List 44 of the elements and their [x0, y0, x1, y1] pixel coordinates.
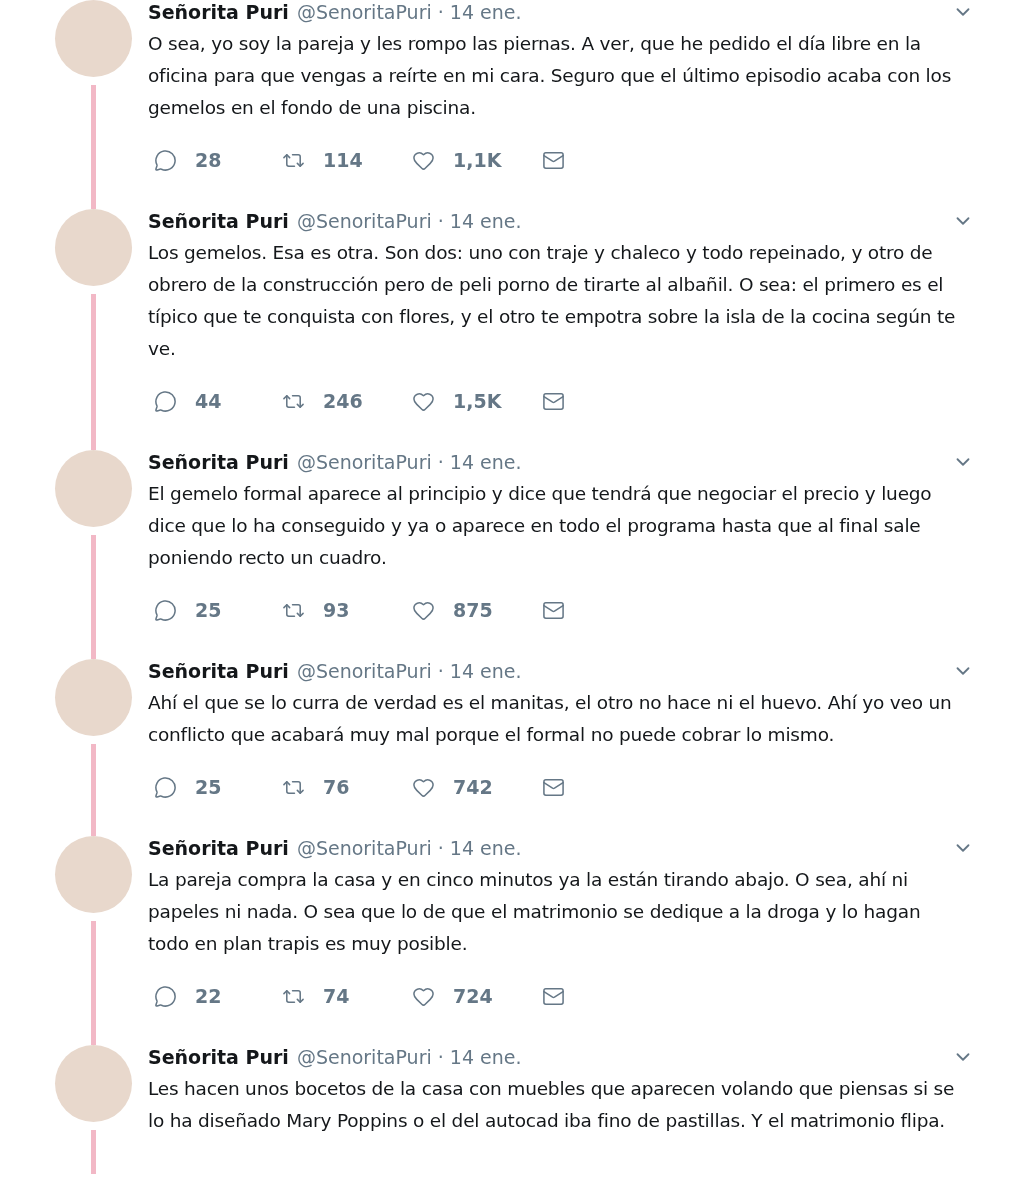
tweet-date[interactable]: · 14 ene. — [437, 0, 522, 24]
action-count: 742 — [453, 775, 493, 799]
action-count: 724 — [453, 984, 493, 1008]
author-handle[interactable]: @SenoritaPuri — [296, 450, 432, 474]
action-count: 93 — [323, 598, 350, 622]
tweet-text: Les hacen unos bocetos de la casa con muebles que aparecen volando que piensas si se lo ha diseñado Mary Poppins o el del autocad iba fino de pastillas. Y el matrimonio flipa. — [148, 1077, 956, 1133]
action-count: 875 — [453, 598, 493, 622]
author-name[interactable]: Señorita Puri — [148, 450, 289, 474]
tweet-date[interactable]: · 14 ene. — [437, 836, 522, 860]
author-handle[interactable]: @SenoritaPuri — [296, 0, 432, 24]
tweet-text: El gemelo formal aparece al principio y dice que tendrá que negociar el precio y luego dice que lo ha conseguido y ya o aparece en todo el programa hasta que al final sale poniendo recto un cuadro. — [148, 482, 933, 570]
author-handle[interactable]: @SenoritaPuri — [296, 836, 432, 860]
reply-icon[interactable] — [154, 598, 177, 622]
tweet-date[interactable]: · 14 ene. — [437, 450, 522, 474]
action-count: 114 — [323, 148, 363, 172]
action-count: 25 — [195, 598, 222, 622]
tweet-date[interactable]: · 14 ene. — [437, 1045, 522, 1069]
tweet-date[interactable]: · 14 ene. — [437, 209, 522, 233]
action-count: 22 — [195, 984, 222, 1008]
action-count: 246 — [323, 389, 363, 413]
reply-icon[interactable] — [154, 389, 177, 413]
action-count: 28 — [195, 148, 222, 172]
tweet-text: Los gemelos. Esa es otra. Son dos: uno con traje y chaleco y todo repeinado, y otro de obrero de la construcción pero de peli porno de tirarte al albañil. O sea: el primero es el típico que te conquista con flores, y el otro te empotra sobre la isla de la cocina según te ve. — [148, 241, 957, 361]
author-name[interactable]: Señorita Puri — [148, 659, 289, 683]
author-name[interactable]: Señorita Puri — [148, 1045, 289, 1069]
action-count: 25 — [195, 775, 222, 799]
tweet-text: La pareja compra la casa y en cinco minutos ya la están tirando abajo. O sea, ahí ni papeles ni nada. O sea que lo de que el matrimonio se dedique a la droga y lo hagan todo en plan trapis es muy posible. — [148, 868, 922, 956]
tweet-date[interactable]: · 14 ene. — [437, 659, 522, 683]
author-name[interactable]: Señorita Puri — [148, 0, 289, 24]
author-name[interactable]: Señorita Puri — [148, 209, 289, 233]
action-count: 1,1K — [453, 148, 502, 172]
reply-icon[interactable] — [154, 148, 177, 172]
action-count: 74 — [323, 984, 350, 1008]
reply-icon[interactable] — [154, 984, 177, 1008]
reply-icon[interactable] — [154, 775, 177, 799]
action-count: 44 — [195, 389, 222, 413]
author-handle[interactable]: @SenoritaPuri — [296, 659, 432, 683]
action-count: 76 — [323, 775, 350, 799]
author-name[interactable]: Señorita Puri — [148, 836, 289, 860]
tweet-text: Ahí el que se lo curra de verdad es el manitas, el otro no hace ni el huevo. Ahí yo veo un conflicto que acabará muy mal porque el formal no puede cobrar lo mismo. — [148, 691, 953, 747]
author-handle[interactable]: @SenoritaPuri — [296, 1045, 432, 1069]
tweet-text: O sea, yo soy la pareja y les rompo las piernas. A ver, que he pedido el día libre en la oficina para que vengas a reírte en mi cara. Seguro que el último episodio acaba con los gemelos en el fondo de una piscina. — [148, 32, 953, 120]
author-handle[interactable]: @SenoritaPuri — [296, 209, 432, 233]
action-count: 1,5K — [453, 389, 502, 413]
